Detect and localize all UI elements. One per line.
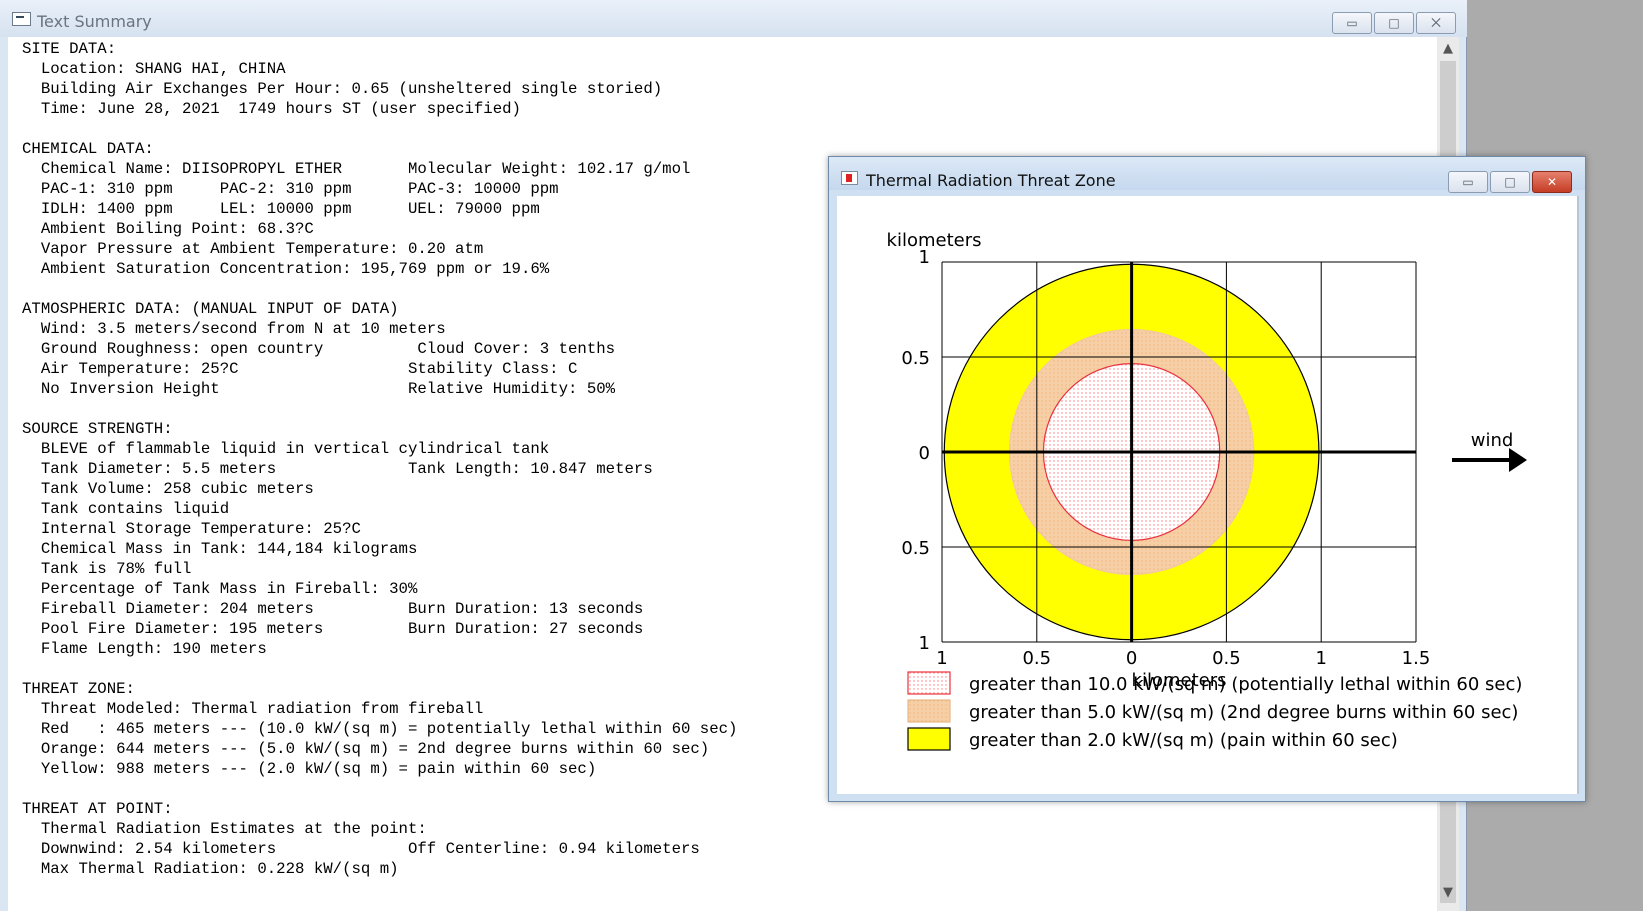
summary-line: Orange: 644 meters --- (5.0 kW/(sq m) = … — [22, 740, 710, 758]
summary-line: Location: SHANG HAI, CHINA — [22, 60, 286, 78]
summary-line: THREAT ZONE: — [22, 680, 135, 698]
summary-line: Vapor Pressure at Ambient Temperature: 0… — [22, 240, 484, 258]
summary-line: Chemical Name: DIISOPROPYL ETHER Molecul… — [22, 160, 691, 178]
threat-zone-window: Thermal Radiation Threat Zone ▭ □ ✕ 1 0.5… — [828, 156, 1586, 802]
legend-swatch-red — [907, 671, 951, 695]
summary-line: CHEMICAL DATA: — [22, 140, 154, 158]
summary-line: Ground Roughness: open country Cloud Cov… — [22, 340, 616, 358]
x-tick-label: 1.5 — [1402, 648, 1431, 669]
summary-text: SITE DATA: Location: SHANG HAI, CHINA Bu… — [22, 39, 737, 879]
summary-line: Fireball Diameter: 204 meters Burn Durat… — [22, 600, 644, 618]
summary-line: Wind: 3.5 meters/second from N at 10 met… — [22, 320, 446, 338]
summary-line: BLEVE of flammable liquid in vertical cy… — [22, 440, 550, 458]
legend-label-yellow: greater than 2.0 kW/(sq m) (pain within … — [969, 730, 1398, 751]
summary-line: Max Thermal Radiation: 0.228 kW/(sq m) — [22, 860, 399, 878]
summary-line: Threat Modeled: Thermal radiation from f… — [22, 700, 484, 718]
y-tick-label: 1 — [919, 633, 930, 654]
x-tick-label: 0.5 — [1022, 648, 1051, 669]
x-tick-label: 1 — [936, 648, 947, 669]
summary-line: IDLH: 1400 ppm LEL: 10000 ppm UEL: 79000… — [22, 200, 540, 218]
summary-line: Internal Storage Temperature: 25?C — [22, 520, 361, 538]
summary-line: Ambient Boiling Point: 68.3?C — [22, 220, 314, 238]
window-title: Thermal Radiation Threat Zone — [866, 171, 1116, 190]
summary-line: Percentage of Tank Mass in Fireball: 30% — [22, 580, 418, 598]
threat-zone-plot-area: 1 0.5 0 0.5 1 1.5 1 0.5 0 0.5 1 kilometers kilometer… — [837, 196, 1577, 794]
summary-line: Chemical Mass in Tank: 144,184 kilograms — [22, 540, 418, 558]
summary-line: Air Temperature: 25?C Stability Class: C — [22, 360, 578, 378]
x-tick-label: 0.5 — [1212, 648, 1241, 669]
summary-line: SITE DATA: — [22, 40, 117, 58]
summary-line: Tank Volume: 258 cubic meters — [22, 480, 314, 498]
y-tick-label: 0.5 — [901, 538, 930, 559]
y-tick-label: 0 — [919, 443, 930, 464]
summary-line: ATMOSPHERIC DATA: (MANUAL INPUT OF DATA) — [22, 300, 399, 318]
window-app-icon[interactable] — [841, 171, 858, 185]
summary-line: Time: June 28, 2021 1749 hours ST (user … — [22, 100, 521, 118]
y-tick-label: 0.5 — [901, 348, 930, 369]
summary-line: PAC-1: 310 ppm PAC-2: 310 ppm PAC-3: 100… — [22, 180, 559, 198]
summary-line: Downwind: 2.54 kilometers Off Centerline… — [22, 840, 700, 858]
window-app-icon[interactable] — [12, 12, 31, 26]
summary-line: Tank contains liquid — [22, 500, 230, 518]
title-bar[interactable]: Thermal Radiation Threat Zone ▭ □ ✕ — [829, 157, 1585, 193]
minimize-button[interactable]: ▭ — [1332, 12, 1372, 34]
y-axis-title: kilometers — [887, 230, 982, 251]
summary-line: Yellow: 988 meters --- (2.0 kW/(sq m) = … — [22, 760, 597, 778]
scroll-up-arrow-icon[interactable]: ▲ — [1437, 39, 1459, 59]
x-tick-label: 0 — [1126, 648, 1137, 669]
close-button[interactable]: ⨉ — [1416, 12, 1456, 34]
summary-line — [22, 779, 737, 799]
threat-zone-chart: 1 0.5 0 0.5 1 1.510.500.51kilometerskilometer… — [887, 230, 1527, 751]
wind-label: wind — [1471, 430, 1514, 451]
summary-line — [22, 659, 737, 679]
legend-swatch-orange — [907, 699, 951, 723]
maximize-button[interactable]: □ — [1374, 12, 1414, 34]
summary-line: Building Air Exchanges Per Hour: 0.65 (u… — [22, 80, 663, 98]
summary-line: Red : 465 meters --- (10.0 kW/(sq m) = p… — [22, 720, 738, 738]
summary-line — [22, 399, 737, 419]
wind-arrowhead-icon — [1509, 448, 1527, 472]
x-tick-label: 1 — [1315, 648, 1326, 669]
summary-line: Tank is 78% full — [22, 560, 192, 578]
summary-line: Thermal Radiation Estimates at the point… — [22, 820, 427, 838]
summary-line: No Inversion Height Relative Humidity: 5… — [22, 380, 616, 398]
summary-line: SOURCE STRENGTH: — [22, 420, 173, 438]
minimize-button[interactable]: ▭ — [1448, 171, 1488, 193]
summary-line: Pool Fire Diameter: 195 meters Burn Dura… — [22, 620, 644, 638]
window-title: Text Summary — [37, 12, 152, 31]
scroll-down-arrow-icon[interactable]: ▼ — [1437, 883, 1459, 903]
legend-swatch-yellow — [907, 727, 951, 751]
summary-line — [22, 279, 737, 299]
title-bar[interactable]: Text Summary ▭ □ ⨉ — [0, 0, 1467, 37]
summary-line: THREAT AT POINT: — [22, 800, 173, 818]
close-button[interactable]: ✕ — [1532, 171, 1572, 193]
summary-line: Ambient Saturation Concentration: 195,76… — [22, 260, 550, 278]
legend-label-red: greater than 10.0 kW/(sq m) (potentially… — [969, 674, 1522, 695]
window-edge — [1577, 196, 1579, 794]
maximize-button[interactable]: □ — [1490, 171, 1530, 193]
summary-line: Flame Length: 190 meters — [22, 640, 267, 658]
summary-line: Tank Diameter: 5.5 meters Tank Length: 1… — [22, 460, 653, 478]
summary-line — [22, 119, 737, 139]
legend-label-orange: greater than 5.0 kW/(sq m) (2nd degree b… — [969, 702, 1518, 723]
